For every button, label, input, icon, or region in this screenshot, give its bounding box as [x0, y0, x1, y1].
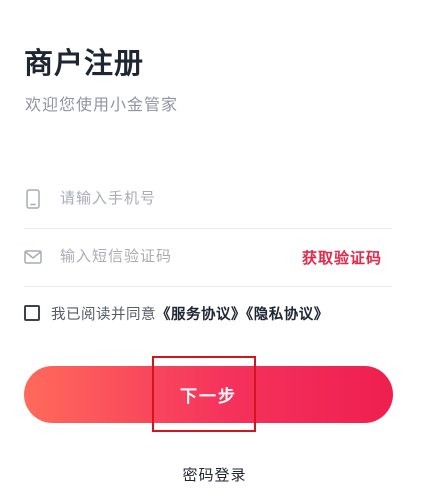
next-step-label: 下一步: [180, 387, 237, 407]
agreement-row: 我已阅读并同意《服务协议》《隐私协议》: [24, 302, 329, 324]
phone-input[interactable]: [60, 184, 280, 212]
agreement-prefix: 我已阅读并同意: [51, 306, 156, 323]
get-code-button[interactable]: 获取验证码: [302, 247, 382, 268]
phone-row: [24, 170, 392, 229]
service-agreement-link[interactable]: 《服务协议》: [156, 307, 246, 323]
password-login-link[interactable]: 密码登录: [0, 464, 429, 485]
page-subtitle: 欢迎您使用小金管家: [25, 95, 179, 114]
next-step-button[interactable]: 下一步: [24, 366, 393, 423]
privacy-agreement-link[interactable]: 《隐私协议》: [246, 307, 329, 323]
sms-code-input[interactable]: [60, 242, 280, 270]
page-title: 商户注册: [24, 46, 145, 80]
envelope-icon: [24, 247, 42, 267]
agreement-checkbox[interactable]: [24, 305, 40, 321]
phone-icon: [24, 189, 42, 209]
code-row: 获取验证码: [24, 228, 392, 287]
agreement-text: 我已阅读并同意《服务协议》《隐私协议》: [51, 303, 329, 324]
